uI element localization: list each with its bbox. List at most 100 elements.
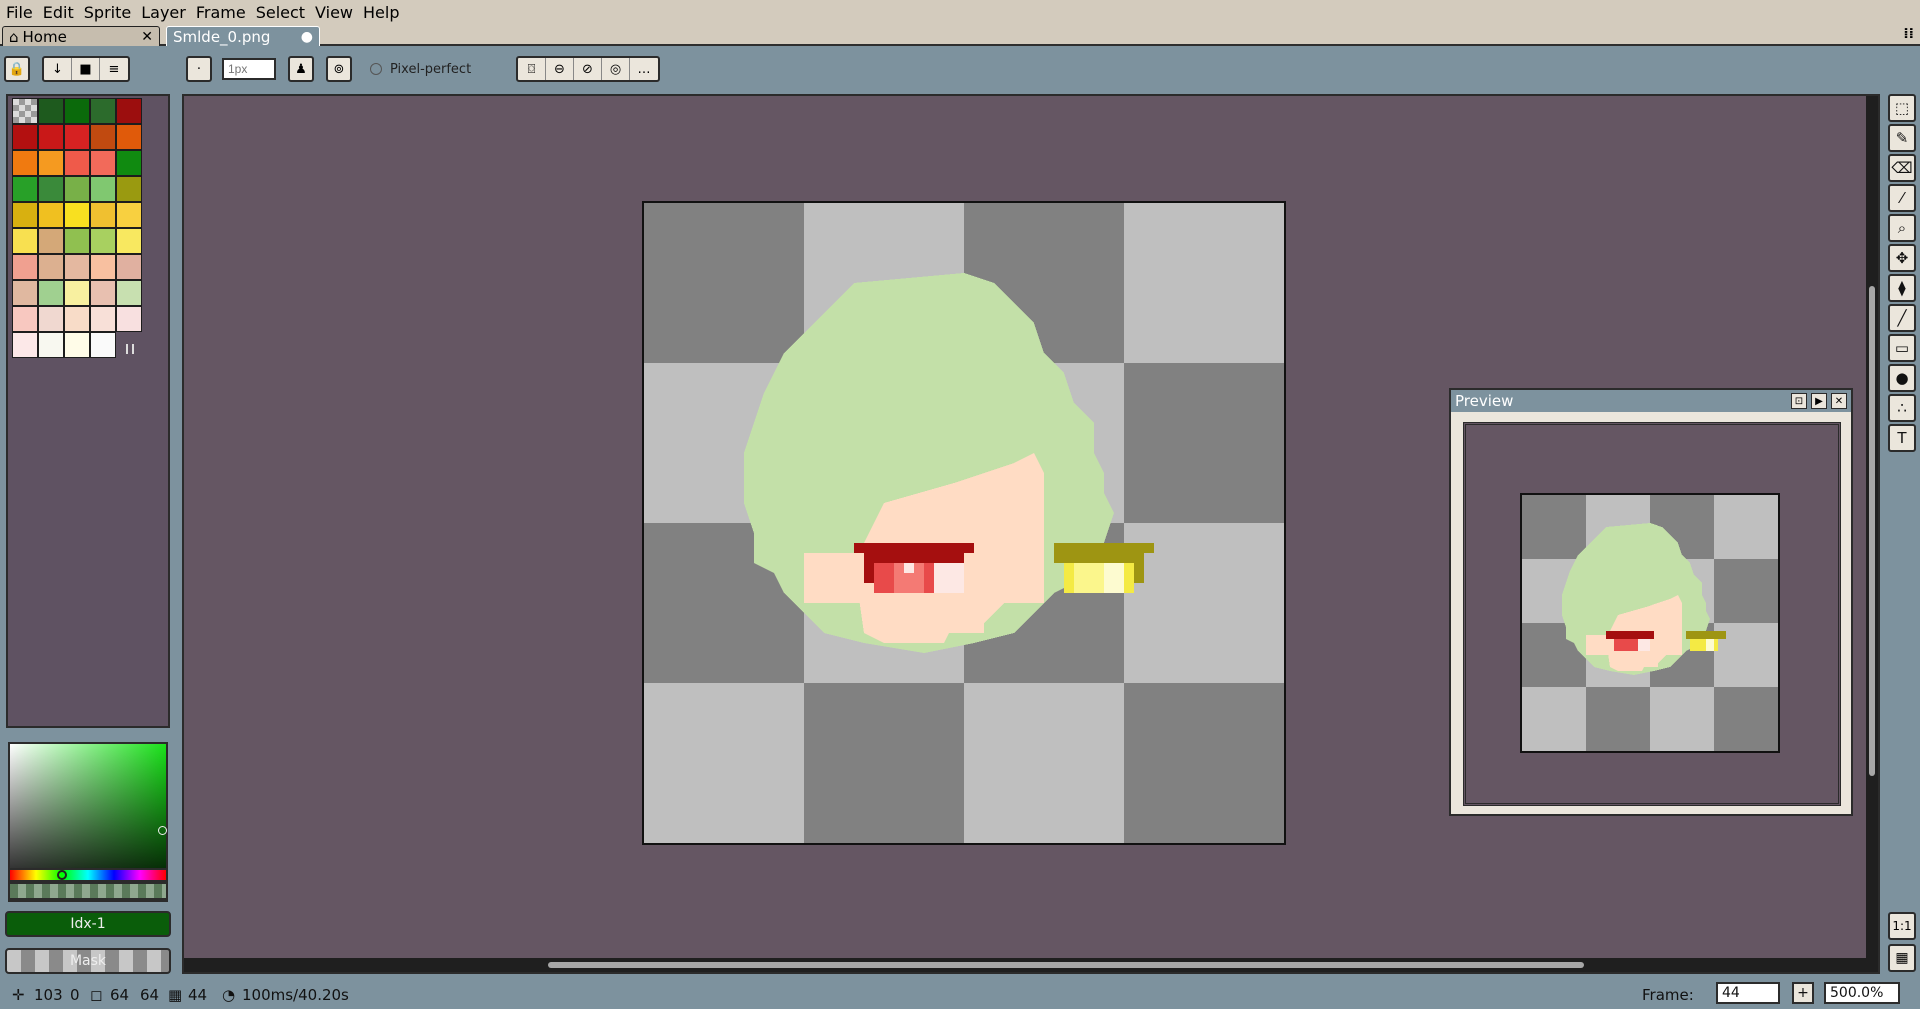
spray-icon[interactable]: ∴ xyxy=(1888,394,1916,422)
add-frame-icon[interactable]: + xyxy=(1792,982,1814,1004)
palette-swatch[interactable] xyxy=(64,254,90,280)
palette-resize-handle[interactable] xyxy=(126,344,134,354)
palette-swatch[interactable] xyxy=(64,306,90,332)
menu-frame[interactable]: Frame xyxy=(196,3,256,22)
palette-swatch[interactable] xyxy=(38,228,64,254)
palette-swatch[interactable] xyxy=(38,332,64,358)
filter-icon[interactable]: ◎ xyxy=(602,58,630,80)
palette-swatch[interactable] xyxy=(90,332,116,358)
palette-swatch[interactable] xyxy=(90,202,116,228)
palette-swatch[interactable] xyxy=(12,202,38,228)
palette-swatch[interactable] xyxy=(116,280,142,306)
close-icon[interactable]: ✕ xyxy=(1831,393,1847,409)
more-icon[interactable]: … xyxy=(630,58,658,80)
palette-swatch[interactable] xyxy=(116,124,142,150)
timeline-icon[interactable]: ▦ xyxy=(1888,944,1916,972)
palette-swatch[interactable] xyxy=(12,306,38,332)
pencil-icon[interactable]: ✎ xyxy=(1888,124,1916,152)
palette-swatch[interactable] xyxy=(38,306,64,332)
palette-swatch[interactable] xyxy=(38,254,64,280)
brush-type-icon[interactable]: · xyxy=(186,56,212,82)
palette-swatch[interactable] xyxy=(12,254,38,280)
palette-swatch[interactable] xyxy=(116,150,142,176)
palette-swatch[interactable] xyxy=(64,176,90,202)
menu-file[interactable]: File xyxy=(6,3,43,22)
opacity-icon[interactable]: ⊚ xyxy=(326,56,352,82)
pixel-perfect-toggle[interactable]: Pixel-perfect xyxy=(370,56,471,82)
palette-swatch[interactable] xyxy=(90,280,116,306)
palette-swatch[interactable] xyxy=(12,98,38,124)
brush-size-input[interactable] xyxy=(222,58,276,80)
menu-layer[interactable]: Layer xyxy=(141,3,196,22)
menu-edit[interactable]: Edit xyxy=(43,3,84,22)
tab-file[interactable]: Smlde_0.png ● xyxy=(166,26,320,46)
menu-help[interactable]: Help xyxy=(363,3,409,22)
eraser-icon[interactable]: ⌫ xyxy=(1888,154,1916,182)
marquee-icon[interactable]: ⬚ xyxy=(1888,94,1916,122)
rectangle-icon[interactable]: ▭ xyxy=(1888,334,1916,362)
palette-swatch[interactable] xyxy=(90,176,116,202)
palette-swatch[interactable] xyxy=(116,306,142,332)
move-icon[interactable]: ✥ xyxy=(1888,244,1916,272)
center-icon[interactable]: ⊡ xyxy=(1791,393,1807,409)
palette-swatch[interactable] xyxy=(90,124,116,150)
alpha-slider[interactable] xyxy=(8,882,168,900)
palette-swatch[interactable] xyxy=(64,124,90,150)
palette-swatch[interactable] xyxy=(38,124,64,150)
stabilizer-icon[interactable]: ⊘ xyxy=(574,58,602,80)
zoom-icon[interactable]: ⌕ xyxy=(1888,214,1916,242)
palette-swatch[interactable] xyxy=(64,228,90,254)
palette-swatch[interactable] xyxy=(12,176,38,202)
zoom-input[interactable]: 500.0% xyxy=(1824,982,1900,1004)
vertical-scroll-thumb[interactable] xyxy=(1869,286,1875,776)
tab-home[interactable]: ⌂ Home ✕ xyxy=(2,26,160,46)
palette-swatch[interactable] xyxy=(90,228,116,254)
palette-swatch[interactable] xyxy=(90,150,116,176)
palette-swatch[interactable] xyxy=(12,150,38,176)
palette-swatch[interactable] xyxy=(38,280,64,306)
play-icon[interactable]: ▶ xyxy=(1811,393,1827,409)
sprite-canvas[interactable] xyxy=(642,201,1286,845)
blur-icon[interactable]: ● xyxy=(1888,364,1916,392)
palette-swatch[interactable] xyxy=(116,228,142,254)
actual-size-icon[interactable]: 1:1 xyxy=(1888,912,1916,940)
mask-color-button[interactable]: Mask xyxy=(5,948,171,974)
checkbox-icon[interactable] xyxy=(370,63,382,75)
arrow-down-icon[interactable]: ↓ xyxy=(44,58,72,80)
palette-swatch[interactable] xyxy=(38,176,64,202)
line-icon[interactable]: ╱ xyxy=(1888,304,1916,332)
palette-swatch[interactable] xyxy=(38,202,64,228)
palette-swatch[interactable] xyxy=(38,98,64,124)
eyedropper-icon[interactable]: ⁄ xyxy=(1888,184,1916,212)
palette-swatch[interactable] xyxy=(12,332,38,358)
close-icon[interactable]: ✕ xyxy=(141,29,153,45)
palette-swatch[interactable] xyxy=(116,176,142,202)
foreground-color-button[interactable]: Idx-1 xyxy=(5,911,171,937)
palette-swatch[interactable] xyxy=(38,150,64,176)
tabs-menu-icon[interactable]: ⁞⁞ xyxy=(1903,26,1914,42)
palette-swatch[interactable] xyxy=(116,254,142,280)
palette-swatch[interactable] xyxy=(90,254,116,280)
preview-window[interactable]: Preview ⊡ ▶ ✕ xyxy=(1449,388,1853,816)
palette-swatch[interactable] xyxy=(64,150,90,176)
palette-swatch[interactable] xyxy=(64,280,90,306)
palette-swatch[interactable] xyxy=(64,202,90,228)
palette-swatch[interactable] xyxy=(64,98,90,124)
frame-input[interactable]: 44 xyxy=(1716,982,1780,1004)
palette-swatch[interactable] xyxy=(12,280,38,306)
lock-icon[interactable]: 🔒 xyxy=(4,56,30,82)
menu-sprite[interactable]: Sprite xyxy=(84,3,141,22)
palette-swatch[interactable] xyxy=(12,124,38,150)
hue-cursor[interactable] xyxy=(57,870,67,880)
horizontal-scrollbar[interactable] xyxy=(184,958,1878,972)
vertical-scrollbar[interactable] xyxy=(1866,96,1878,972)
palette-swatch[interactable] xyxy=(116,202,142,228)
ink-icon[interactable]: ♟ xyxy=(288,56,314,82)
stop-icon[interactable]: ■ xyxy=(72,58,100,80)
symmetry-icon[interactable]: ⌼ xyxy=(518,58,546,80)
palette-swatch[interactable] xyxy=(64,332,90,358)
hue-slider[interactable] xyxy=(8,868,168,882)
paint-bucket-icon[interactable]: ⧫ xyxy=(1888,274,1916,302)
horizontal-scroll-thumb[interactable] xyxy=(548,962,1584,968)
menu-icon[interactable]: ≡ xyxy=(100,58,128,80)
